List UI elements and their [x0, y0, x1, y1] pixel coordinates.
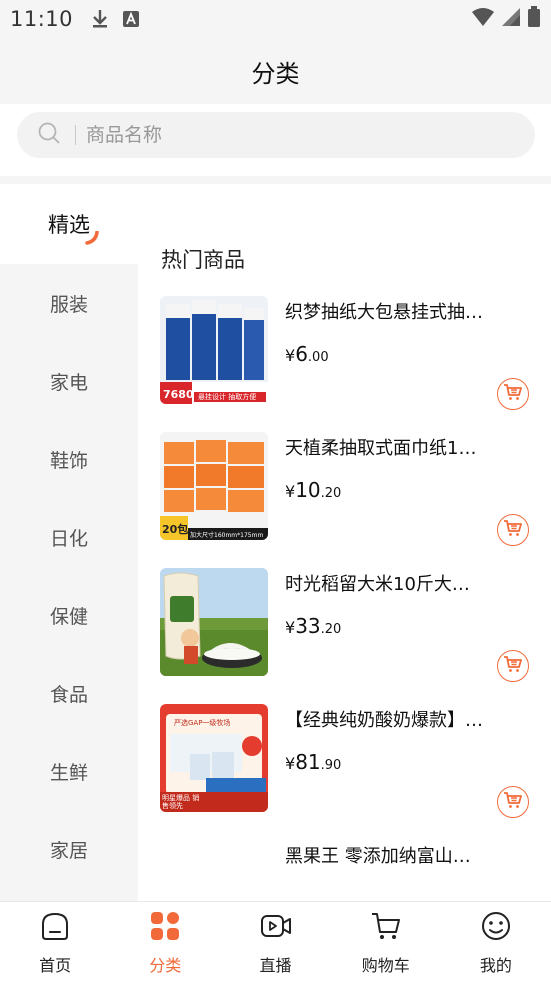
sidebar-item-fresh[interactable]: 生鲜 — [0, 732, 138, 810]
product-price: ¥33.20 — [285, 614, 341, 638]
wifi-icon — [471, 7, 495, 31]
tab-label: 分类 — [149, 956, 182, 975]
thumb-tagline: 加大尺寸160mm*175mm — [190, 532, 264, 539]
status-right-group — [471, 6, 541, 32]
category-sidebar: 精选 服装 家电 鞋饰 日化 保健 食品 生鲜 家居 — [0, 184, 138, 901]
active-indicator-swoosh — [84, 226, 100, 250]
thumb-badge-count: 20包 — [162, 523, 189, 536]
add-to-cart-button[interactable] — [497, 514, 529, 546]
app-a-icon — [123, 11, 140, 27]
bottom-tab-bar: 首页 分类 直播 购物车 我的 — [0, 901, 551, 981]
sidebar-item-label: 食品 — [49, 683, 88, 706]
tab-label: 直播 — [259, 956, 292, 975]
tab-live[interactable]: 直播 — [220, 902, 330, 981]
home-icon — [39, 910, 71, 946]
price-decimal: .90 — [320, 758, 342, 773]
price-integer: 81 — [295, 750, 321, 774]
shopping-cart-icon — [370, 910, 402, 946]
section-gap — [0, 176, 551, 184]
sidebar-item-label: 家电 — [49, 371, 88, 394]
sidebar-item-health[interactable]: 保健 — [0, 576, 138, 654]
product-card[interactable]: 黑果王 零添加纳富山… — [160, 840, 540, 901]
tab-label: 我的 — [479, 956, 512, 975]
sidebar-item-label: 家居 — [49, 839, 88, 862]
search-input[interactable] — [86, 124, 466, 146]
sidebar-item-label: 保健 — [49, 605, 88, 628]
section-title: 热门商品 — [161, 248, 245, 272]
price-integer: 33 — [295, 614, 321, 638]
profile-smile-icon — [480, 910, 512, 946]
thumb-badge-count: 7680 — [163, 388, 194, 401]
product-card[interactable]: 7680 悬挂设计 抽取方便 织梦抽纸大包悬挂式抽… ¥6.00 — [160, 296, 540, 410]
tab-cart[interactable]: 购物车 — [331, 902, 441, 981]
product-name: 天植柔抽取式面巾纸1… — [285, 438, 477, 459]
price-integer: 6 — [295, 342, 308, 366]
sidebar-item-label: 日化 — [49, 527, 88, 550]
tab-category[interactable]: 分类 — [110, 902, 220, 981]
price-symbol: ¥ — [285, 754, 296, 773]
tab-home[interactable]: 首页 — [0, 902, 110, 981]
product-price: ¥81.90 — [285, 750, 341, 774]
price-symbol: ¥ — [285, 482, 296, 501]
product-image: 严选GAP一级牧场 明星爆品 销售领先 — [160, 704, 268, 812]
product-name: 黑果王 零添加纳富山… — [285, 846, 471, 867]
sidebar-item-daily-chemicals[interactable]: 日化 — [0, 498, 138, 576]
tab-profile[interactable]: 我的 — [441, 902, 551, 981]
add-to-cart-button[interactable] — [497, 378, 529, 410]
price-symbol: ¥ — [285, 618, 296, 637]
product-name: 【经典纯奶酸奶爆款】… — [285, 710, 483, 731]
live-video-icon — [260, 910, 292, 946]
sidebar-item-appliances[interactable]: 家电 — [0, 342, 138, 420]
search-area — [0, 104, 551, 176]
search-icon — [37, 121, 61, 149]
price-integer: 10 — [295, 478, 321, 502]
sidebar-item-shoes-accessories[interactable]: 鞋饰 — [0, 420, 138, 498]
cart-icon — [503, 519, 523, 541]
page-title: 分类 — [251, 59, 300, 88]
status-bar: 11:10 — [0, 0, 551, 38]
sidebar-item-label: 生鲜 — [49, 761, 88, 784]
sidebar-item-label: 鞋饰 — [49, 449, 88, 472]
sidebar-item-home[interactable]: 家居 — [0, 810, 138, 888]
product-name: 时光稻留大米10斤大… — [285, 574, 470, 595]
battery-icon — [527, 6, 541, 32]
product-price: ¥6.00 — [285, 342, 329, 366]
price-decimal: .20 — [320, 486, 342, 501]
product-image — [160, 568, 268, 676]
cart-icon — [503, 655, 523, 677]
tab-label: 首页 — [39, 956, 72, 975]
signal-icon — [501, 7, 521, 31]
search-divider — [75, 125, 76, 145]
add-to-cart-button[interactable] — [497, 650, 529, 682]
cart-icon — [503, 791, 523, 813]
product-panel: 热门商品 7680 悬挂设计 抽取方便 织梦抽纸大包悬挂式抽… ¥6.00 20… — [138, 184, 551, 901]
product-price: ¥10.20 — [285, 478, 341, 502]
sidebar-item-featured[interactable]: 精选 — [0, 184, 138, 264]
tab-label: 购物车 — [361, 956, 410, 975]
sidebar-item-clothing[interactable]: 服装 — [0, 264, 138, 342]
cart-icon — [503, 383, 523, 405]
product-card[interactable]: 严选GAP一级牧场 明星爆品 销售领先 【经典纯奶酸奶爆款】… ¥81.90 — [160, 704, 540, 818]
search-box[interactable] — [17, 112, 535, 158]
price-decimal: .20 — [320, 622, 342, 637]
download-icon — [91, 9, 109, 29]
category-icon — [149, 910, 181, 946]
price-decimal: .00 — [307, 350, 329, 365]
thumb-tagline: 悬挂设计 抽取方便 — [198, 393, 257, 401]
thumb-badge: 明星爆品 销售领先 — [162, 794, 200, 810]
header-bar: 分类 — [0, 38, 551, 104]
status-time: 11:10 — [10, 7, 74, 31]
price-symbol: ¥ — [285, 346, 296, 365]
product-image: 20包 加大尺寸160mm*175mm — [160, 432, 268, 540]
sidebar-item-label: 服装 — [49, 293, 88, 316]
sidebar-item-food[interactable]: 食品 — [0, 654, 138, 732]
product-card[interactable]: 20包 加大尺寸160mm*175mm 天植柔抽取式面巾纸1… ¥10.20 — [160, 432, 540, 546]
product-image: 7680 悬挂设计 抽取方便 — [160, 296, 268, 404]
product-name: 织梦抽纸大包悬挂式抽… — [285, 302, 483, 323]
product-card[interactable]: 时光稻留大米10斤大… ¥33.20 — [160, 568, 540, 682]
thumb-tagline: 严选GAP一级牧场 — [174, 719, 231, 727]
add-to-cart-button[interactable] — [497, 786, 529, 818]
